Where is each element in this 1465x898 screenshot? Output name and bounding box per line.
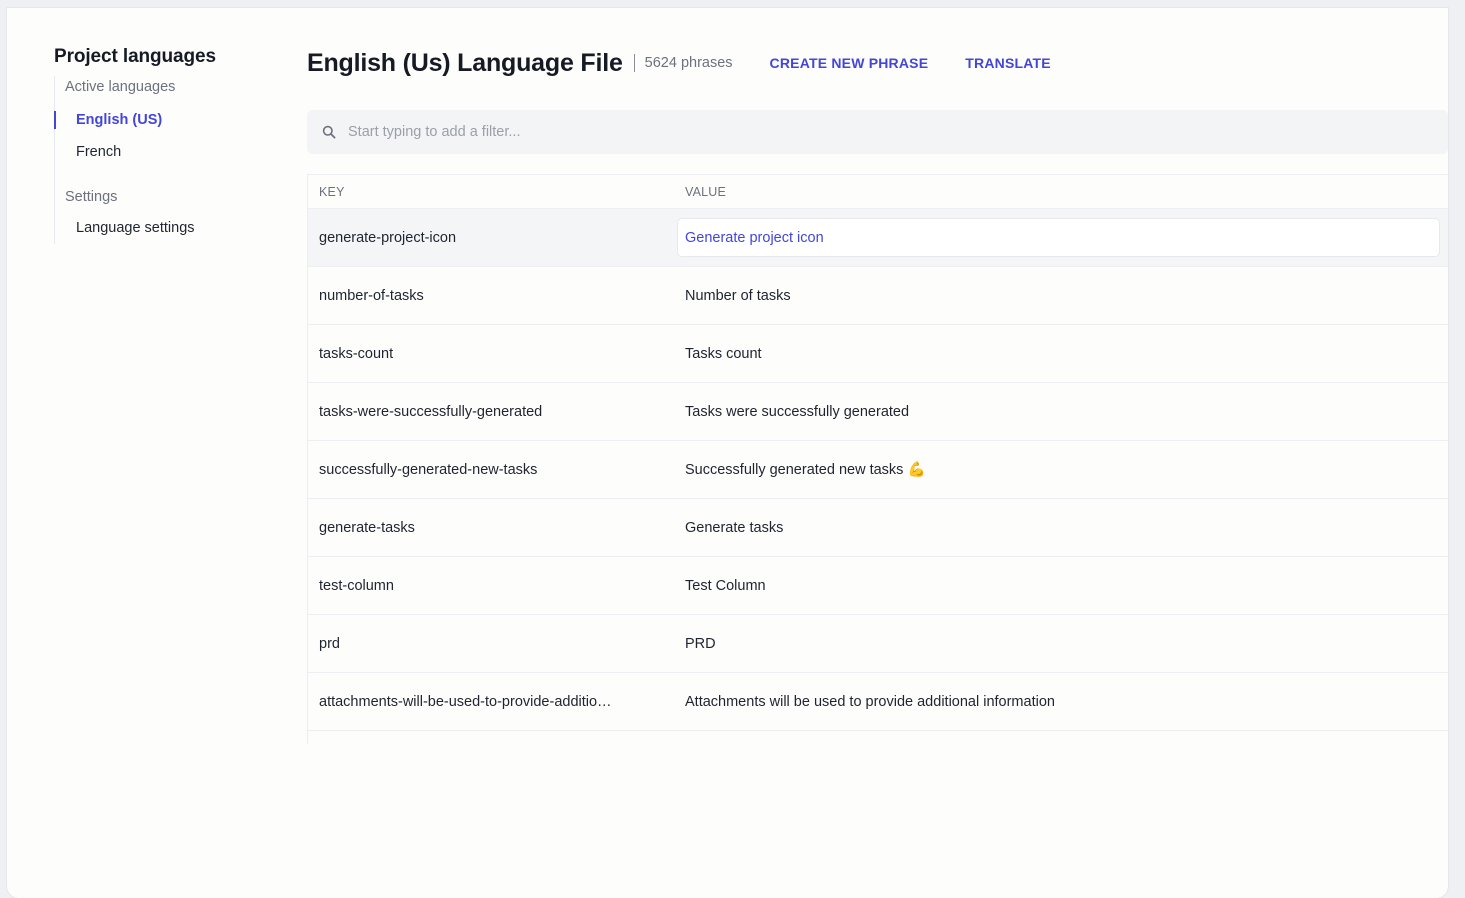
active-languages-label: Active languages	[65, 79, 176, 95]
table-row[interactable]: prd PRD	[308, 614, 1448, 672]
row-value[interactable]: Attachments will be used to provide addi…	[675, 694, 1448, 710]
sidebar-item-language-settings[interactable]: Language settings	[55, 212, 284, 244]
value-edit-box[interactable]	[677, 218, 1440, 257]
row-value[interactable]: Test Column	[675, 578, 1448, 594]
search-input[interactable]	[348, 124, 1448, 140]
value-edit-input[interactable]	[685, 229, 1439, 246]
table-row[interactable]: generate-project-icon	[308, 208, 1448, 266]
table-row[interactable]: generate-tasks Generate tasks	[308, 498, 1448, 556]
sidebar: Project languages Active languages Engli…	[54, 46, 284, 244]
row-key: number-of-tasks	[319, 287, 424, 304]
row-value[interactable]: Successfully generated new tasks 💪	[675, 461, 1448, 478]
row-value[interactable]: Tasks were successfully generated	[675, 404, 1448, 420]
row-key: generate-tasks	[319, 519, 415, 536]
sidebar-item-french[interactable]: French	[55, 136, 284, 168]
row-value[interactable]: PRD	[675, 636, 1448, 652]
table-row[interactable]: tasks-were-successfully-generated Tasks …	[308, 382, 1448, 440]
table-header: KEY VALUE	[308, 175, 1448, 208]
sidebar-title: Project languages	[54, 46, 216, 67]
search-icon	[322, 125, 336, 139]
row-key: generate-project-icon	[319, 229, 457, 246]
create-new-phrase-button[interactable]: CREATE NEW PHRASE	[770, 55, 929, 71]
page-header: English (Us) Language File 5624 phrases …	[307, 46, 1448, 80]
table-row[interactable]: attachments-will-be-used-to-provide-addi…	[308, 672, 1448, 730]
row-value[interactable]: Tasks count	[675, 346, 1448, 362]
row-key: test-column	[319, 577, 394, 594]
table-bottom-edge	[308, 730, 1448, 744]
sidebar-item-english-us[interactable]: English (US)	[54, 104, 284, 136]
row-key: tasks-count	[319, 345, 394, 362]
search-bar[interactable]	[307, 110, 1448, 154]
main-content: English (Us) Language File 5624 phrases …	[307, 46, 1448, 744]
row-key: attachments-will-be-used-to-provide-addi…	[319, 693, 612, 710]
app-window: Project languages Active languages Engli…	[7, 8, 1448, 898]
page-title: English (Us) Language File	[307, 48, 623, 77]
row-key: tasks-were-successfully-generated	[319, 403, 543, 420]
translate-button[interactable]: TRANSLATE	[965, 55, 1051, 71]
row-value-cell	[675, 218, 1448, 257]
row-key: successfully-generated-new-tasks	[319, 461, 538, 478]
phrase-count: 5624 phrases	[644, 55, 733, 71]
table-row[interactable]: successfully-generated-new-tasks Success…	[308, 440, 1448, 498]
table-row[interactable]: test-column Test Column	[308, 556, 1448, 614]
table-row[interactable]: number-of-tasks Number of tasks	[308, 266, 1448, 324]
row-value[interactable]: Generate tasks	[675, 520, 1448, 536]
column-header-value: VALUE	[685, 184, 727, 199]
settings-label: Settings	[65, 189, 118, 205]
column-header-key: KEY	[319, 184, 345, 199]
row-value[interactable]: Number of tasks	[675, 288, 1448, 304]
phrases-table: KEY VALUE generate-project-icon number-o…	[307, 174, 1448, 744]
row-key: prd	[319, 635, 340, 652]
sidebar-nav: Active languages English (US) French Set…	[54, 76, 284, 244]
table-row[interactable]: tasks-count Tasks count	[308, 324, 1448, 382]
title-divider	[633, 54, 635, 72]
